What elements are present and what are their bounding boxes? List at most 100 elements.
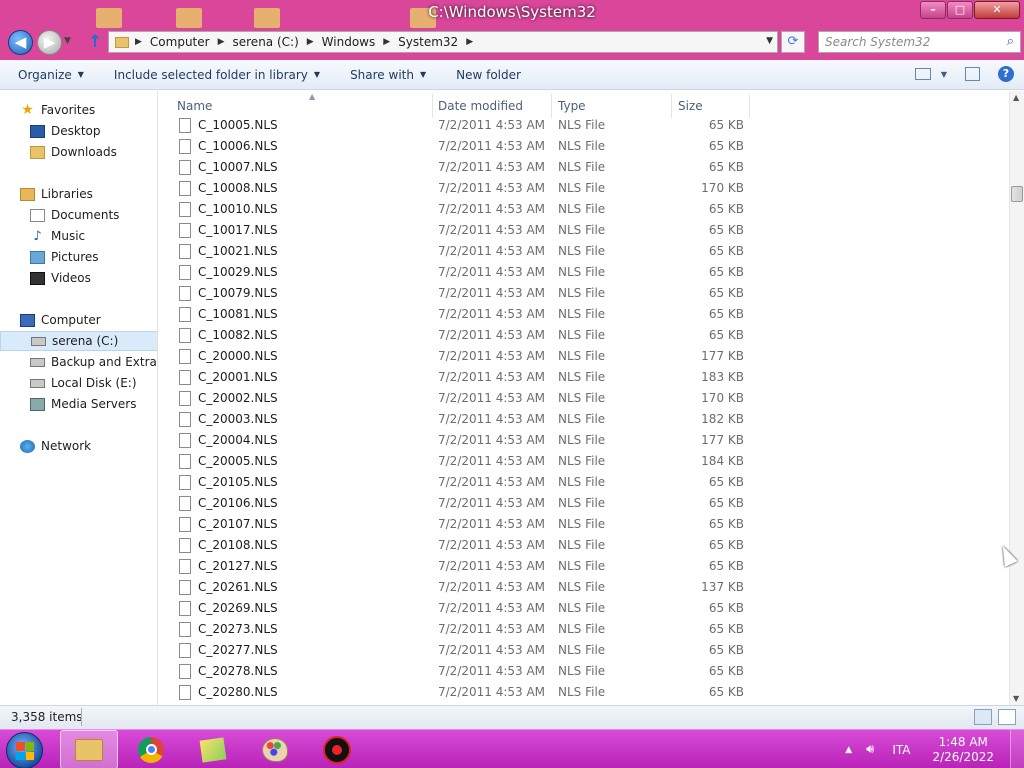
title-bar[interactable]: C:\Windows\System32 – □ ✕: [0, 0, 1024, 28]
taskbar-sticky-notes[interactable]: [184, 730, 242, 768]
file-date-modified: 7/2/2011 4:53 AM: [438, 643, 546, 657]
nav-computer[interactable]: Computer: [0, 310, 157, 330]
breadcrumb-drive[interactable]: serena (C:): [233, 35, 299, 49]
search-input[interactable]: Search System32 ⌕: [818, 31, 1021, 53]
clock[interactable]: 1:48 AM 2/26/2022: [932, 735, 994, 765]
table-row[interactable]: C_20278.NLS 7/2/2011 4:53 AM NLS File 65 KB: [159, 661, 759, 682]
scroll-down-button[interactable]: ▼: [1013, 694, 1019, 703]
table-row[interactable]: C_10017.NLS 7/2/2011 4:53 AM NLS File 65 KB: [159, 220, 759, 241]
nav-libraries[interactable]: Libraries: [0, 184, 157, 204]
table-row[interactable]: C_10010.NLS 7/2/2011 4:53 AM NLS File 65 KB: [159, 199, 759, 220]
help-button[interactable]: ?: [998, 66, 1014, 82]
chevron-right-icon[interactable]: ▶: [135, 37, 142, 47]
details-view-button[interactable]: [974, 709, 992, 725]
nav-music[interactable]: ♪ Music: [0, 226, 157, 246]
table-row[interactable]: C_10005.NLS 7/2/2011 4:53 AM NLS File 65 KB: [159, 115, 759, 136]
chevron-right-icon[interactable]: ▶: [383, 37, 390, 47]
chevron-down-icon: ▼: [940, 69, 947, 79]
table-row[interactable]: C_20273.NLS 7/2/2011 4:53 AM NLS File 65 KB: [159, 619, 759, 640]
up-button[interactable]: ↑: [88, 32, 102, 52]
file-name: C_10008.NLS: [198, 181, 278, 195]
address-bar[interactable]: ▶ Computer ▶ serena (C:) ▶ Windows ▶ Sys…: [108, 31, 778, 53]
refresh-button[interactable]: ⟳: [781, 31, 805, 53]
table-row[interactable]: C_20269.NLS 7/2/2011 4:53 AM NLS File 65 KB: [159, 598, 759, 619]
chevron-right-icon[interactable]: ▶: [466, 37, 473, 47]
share-with-button[interactable]: Share with ▼: [350, 68, 426, 82]
chevron-right-icon[interactable]: ▶: [307, 37, 314, 47]
change-view-button[interactable]: ▼: [914, 68, 947, 80]
taskbar-google-chrome[interactable]: [122, 730, 180, 768]
table-row[interactable]: C_10029.NLS 7/2/2011 4:53 AM NLS File 65 KB: [159, 262, 759, 283]
table-row[interactable]: C_20003.NLS 7/2/2011 4:53 AM NLS File 182 K…: [159, 409, 759, 430]
back-button[interactable]: ◀: [8, 30, 33, 55]
table-row[interactable]: C_10079.NLS 7/2/2011 4:53 AM NLS File 65 KB: [159, 283, 759, 304]
table-row[interactable]: C_10006.NLS 7/2/2011 4:53 AM NLS File 65 KB: [159, 136, 759, 157]
file-date-modified: 7/2/2011 4:53 AM: [438, 244, 546, 258]
table-row[interactable]: C_10008.NLS 7/2/2011 4:53 AM NLS File 170 K…: [159, 178, 759, 199]
breadcrumb-system32[interactable]: System32: [398, 35, 458, 49]
new-folder-button[interactable]: New folder: [456, 68, 521, 82]
table-row[interactable]: C_20261.NLS 7/2/2011 4:53 AM NLS File 137 K…: [159, 577, 759, 598]
nav-media-servers[interactable]: Media Servers: [0, 394, 157, 414]
file-type: NLS File: [558, 244, 606, 258]
vertical-scrollbar[interactable]: ▲ ▼: [1009, 91, 1024, 705]
table-row[interactable]: C_20002.NLS 7/2/2011 4:53 AM NLS File 170 K…: [159, 388, 759, 409]
nav-drive-e[interactable]: Local Disk (E:): [0, 373, 157, 393]
show-hidden-icons-button[interactable]: ▲: [845, 745, 852, 755]
table-row[interactable]: C_20000.NLS 7/2/2011 4:53 AM NLS File 177 K…: [159, 346, 759, 367]
recent-pages-dropdown[interactable]: ▼: [64, 36, 71, 46]
computer-icon: [20, 313, 35, 327]
table-row[interactable]: C_20277.NLS 7/2/2011 4:53 AM NLS File 65 KB: [159, 640, 759, 661]
scroll-thumb[interactable]: [1011, 186, 1023, 202]
breadcrumb-computer[interactable]: Computer: [150, 35, 210, 49]
maximize-button[interactable]: □: [947, 1, 973, 19]
preview-pane-button[interactable]: [965, 67, 980, 81]
system-tray: ▲ 🔊︎ ITA 1:48 AM 2/26/2022: [845, 730, 1024, 768]
organize-button[interactable]: Organize ▼: [18, 68, 84, 82]
table-row[interactable]: C_10021.NLS 7/2/2011 4:53 AM NLS File 65 KB: [159, 241, 759, 262]
breadcrumb-windows[interactable]: Windows: [322, 35, 376, 49]
search-icon[interactable]: ⌕: [1007, 34, 1014, 49]
address-dropdown-button[interactable]: ▼: [766, 36, 773, 46]
input-language[interactable]: ITA: [892, 743, 910, 757]
include-in-library-button[interactable]: Include selected folder in library ▼: [114, 68, 320, 82]
taskbar-screen-recorder[interactable]: [308, 730, 366, 768]
table-row[interactable]: C_20127.NLS 7/2/2011 4:53 AM NLS File 65 KB: [159, 556, 759, 577]
table-row[interactable]: C_10081.NLS 7/2/2011 4:53 AM NLS File 65 KB: [159, 304, 759, 325]
nav-documents[interactable]: Documents: [0, 205, 157, 225]
table-row[interactable]: C_20001.NLS 7/2/2011 4:53 AM NLS File 183 K…: [159, 367, 759, 388]
table-row[interactable]: C_20004.NLS 7/2/2011 4:53 AM NLS File 177 K…: [159, 430, 759, 451]
item-count: 3,358 items: [11, 710, 83, 724]
file-size: 65 KB: [708, 601, 744, 615]
table-row[interactable]: C_10082.NLS 7/2/2011 4:53 AM NLS File 65 KB: [159, 325, 759, 346]
scroll-up-button[interactable]: ▲: [1013, 93, 1019, 102]
close-button[interactable]: ✕: [974, 1, 1020, 19]
start-button[interactable]: [6, 732, 43, 768]
taskbar-paint[interactable]: [246, 730, 304, 768]
chevron-right-icon[interactable]: ▶: [218, 37, 225, 47]
taskbar-windows-explorer[interactable]: [60, 730, 118, 768]
table-row[interactable]: C_20005.NLS 7/2/2011 4:53 AM NLS File 184 K…: [159, 451, 759, 472]
table-row[interactable]: C_20105.NLS 7/2/2011 4:53 AM NLS File 65 KB: [159, 472, 759, 493]
volume-icon[interactable]: 🔊︎: [866, 742, 874, 757]
large-icons-view-button[interactable]: [998, 709, 1016, 725]
minimize-button[interactable]: –: [920, 1, 946, 19]
show-desktop-button[interactable]: [1010, 730, 1024, 768]
nav-pictures[interactable]: Pictures: [0, 247, 157, 267]
command-bar: Organize ▼ Include selected folder in lib…: [0, 60, 1024, 90]
forward-button[interactable]: ▶: [37, 30, 62, 55]
table-row[interactable]: C_20108.NLS 7/2/2011 4:53 AM NLS File 65 KB: [159, 535, 759, 556]
table-row[interactable]: C_20106.NLS 7/2/2011 4:53 AM NLS File 65 KB: [159, 493, 759, 514]
nav-desktop[interactable]: Desktop: [0, 121, 157, 141]
table-row[interactable]: C_20107.NLS 7/2/2011 4:53 AM NLS File 65 KB: [159, 514, 759, 535]
nav-backup-drive[interactable]: Backup and Extra Storage: [0, 352, 157, 372]
nav-network[interactable]: Network: [0, 436, 157, 456]
nav-downloads[interactable]: Downloads: [0, 142, 157, 162]
nav-drive-c[interactable]: serena (C:): [0, 331, 157, 351]
table-row[interactable]: C_10007.NLS 7/2/2011 4:53 AM NLS File 65 KB: [159, 157, 759, 178]
file-date-modified: 7/2/2011 4:53 AM: [438, 454, 546, 468]
nav-videos[interactable]: Videos: [0, 268, 157, 288]
file-icon: [179, 433, 191, 448]
table-row[interactable]: C_20280.NLS 7/2/2011 4:53 AM NLS File 65 KB: [159, 682, 759, 703]
nav-favorites[interactable]: ★ Favorites: [0, 100, 157, 120]
